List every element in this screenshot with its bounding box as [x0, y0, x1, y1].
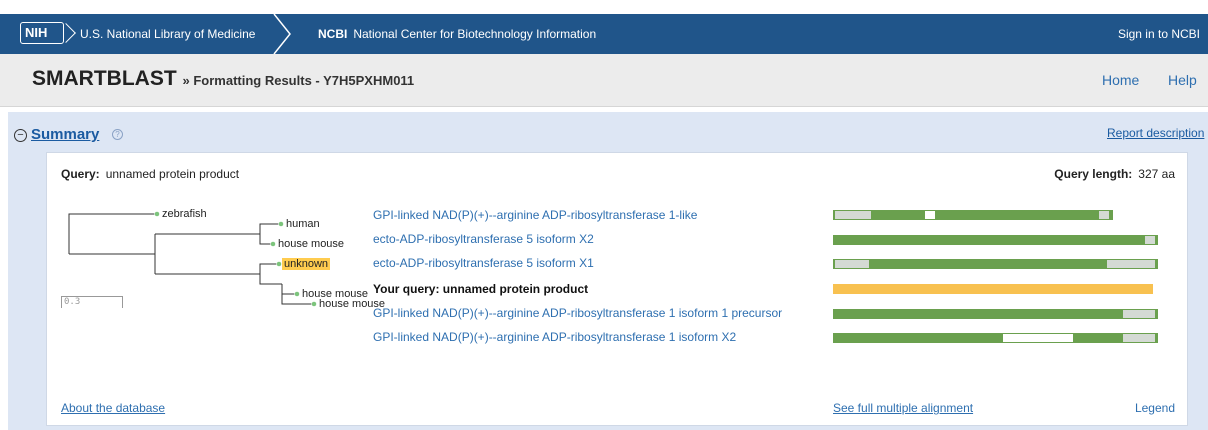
hit-link[interactable]: GPI-linked NAD(P)(+)--arginine ADP-ribos… — [373, 330, 736, 344]
ncbi-home-link[interactable]: NCBI National Center for Biotechnology In… — [318, 14, 596, 54]
summary-content: Query: unnamed protein product Query leng… — [46, 152, 1188, 426]
tree-leaf-dot — [270, 241, 276, 247]
legend-link[interactable]: Legend — [1135, 401, 1175, 415]
query-length-value: 327 aa — [1138, 167, 1175, 181]
hit-link[interactable]: GPI-linked NAD(P)(+)--arginine ADP-ribos… — [373, 306, 782, 320]
tree-leaf-dot — [311, 301, 317, 307]
alignment-gap — [1145, 236, 1155, 244]
alignment-gap — [835, 260, 869, 268]
ncbi-full-name: National Center for Biotechnology Inform… — [353, 27, 597, 41]
alignment-bar[interactable] — [833, 333, 1158, 343]
app-name[interactable]: SMARTBLAST — [32, 67, 177, 90]
summary-heading[interactable]: Summary — [31, 126, 99, 143]
nlm-link[interactable]: U.S. National Library of Medicine — [80, 14, 255, 54]
about-database-link[interactable]: About the database — [61, 401, 165, 415]
query-bar — [833, 284, 1153, 294]
ncbi-abbr: NCBI — [318, 27, 348, 41]
alignment-bar[interactable] — [833, 259, 1158, 269]
tree-label-human: human — [286, 218, 320, 230]
help-link[interactable]: Help — [1168, 72, 1197, 88]
alignment-bar[interactable] — [833, 309, 1158, 319]
hit-link[interactable]: ecto-ADP-ribosyltransferase 5 isoform X1 — [373, 256, 594, 270]
tree-leaf-dot — [154, 211, 160, 217]
query-hit-label: Your query: unnamed protein product — [373, 282, 589, 296]
breadcrumb-chevron-icon — [273, 14, 291, 54]
alignment-gap — [1107, 260, 1155, 268]
query-length: Query length: 327 aa — [1054, 167, 1175, 181]
tree-leaf-dot — [294, 291, 300, 297]
collapse-icon[interactable]: − — [14, 129, 27, 142]
alignment-gap — [1123, 334, 1155, 342]
sign-in-link[interactable]: Sign in to NCBI — [1118, 14, 1200, 54]
home-link[interactable]: Home — [1102, 72, 1139, 88]
alignment-bar[interactable] — [833, 235, 1158, 245]
report-description-link[interactable]: Report description — [1107, 126, 1204, 140]
tree-label-unknown: unknown — [282, 258, 331, 270]
page-title: SMARTBLAST » Formatting Results - Y7H5PX… — [32, 67, 414, 91]
tree-label-zebrafish: zebrafish — [162, 208, 207, 220]
alignment-bar[interactable] — [833, 210, 1113, 220]
tree-scale-bar: 0.3 — [61, 296, 123, 308]
nih-logo[interactable]: NIH — [20, 22, 64, 44]
alignment-gap — [1123, 310, 1155, 318]
summary-panel: − Summary ? Report description Query: unn… — [8, 112, 1208, 430]
alignment-gap — [835, 211, 871, 219]
alignment-gap — [1099, 211, 1109, 219]
tree-leaf-dot — [278, 221, 284, 227]
hit-link[interactable]: ecto-ADP-ribosyltransferase 5 isoform X2 — [373, 232, 594, 246]
alignment-gap — [1003, 334, 1073, 342]
tree-label-house-mouse: house mouse — [278, 238, 345, 250]
tree-leaf-dot — [276, 261, 282, 267]
help-icon[interactable]: ? — [112, 129, 123, 140]
query-length-label: Query length: — [1054, 167, 1133, 181]
hit-link[interactable]: GPI-linked NAD(P)(+)--arginine ADP-ribos… — [373, 208, 697, 222]
page-subtitle: » Formatting Results - Y7H5PXHM011 — [182, 73, 415, 88]
alignment-gap — [925, 211, 935, 219]
ncbi-header-bar: NIH U.S. National Library of Medicine NC… — [0, 14, 1208, 54]
taxonomy-tree — [68, 211, 317, 307]
full-alignment-link[interactable]: See full multiple alignment — [833, 401, 973, 415]
app-header: SMARTBLAST » Formatting Results - Y7H5PX… — [0, 54, 1208, 107]
